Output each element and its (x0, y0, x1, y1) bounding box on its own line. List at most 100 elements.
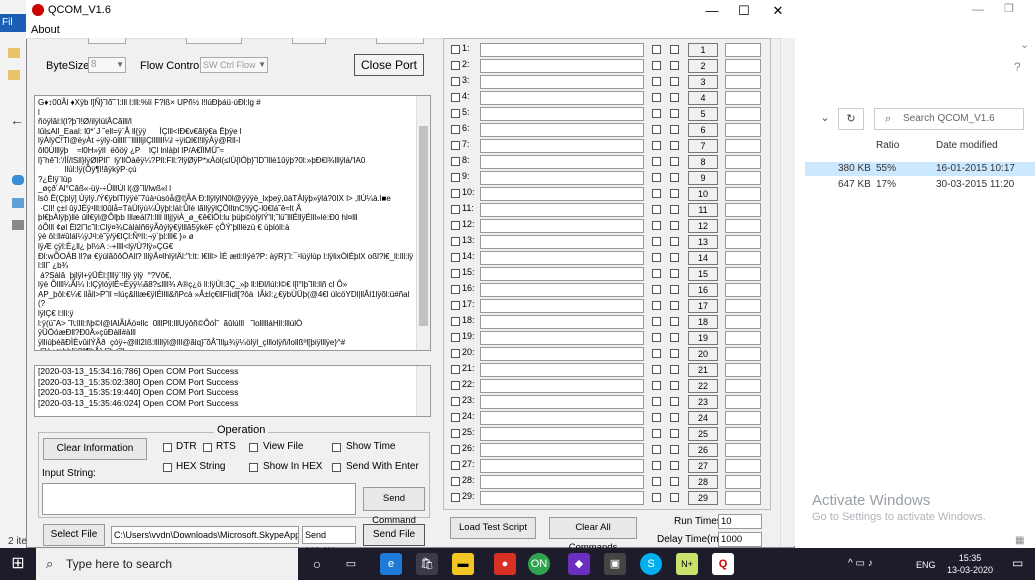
command-hex-checkbox[interactable] (652, 157, 661, 166)
command-text-input[interactable] (480, 59, 644, 73)
command-text-input[interactable] (480, 155, 644, 169)
command-enter-checkbox[interactable] (670, 317, 679, 326)
command-enter-checkbox[interactable] (670, 285, 679, 294)
command-send-button[interactable]: 16 (688, 283, 718, 297)
command-delay-input[interactable] (725, 427, 761, 441)
command-send-button[interactable]: 3 (688, 75, 718, 89)
command-checkbox[interactable] (451, 173, 460, 182)
command-enter-checkbox[interactable] (670, 365, 679, 374)
command-text-input[interactable] (480, 363, 644, 377)
command-enter-checkbox[interactable] (670, 349, 679, 358)
command-text-input[interactable] (480, 395, 644, 409)
command-enter-checkbox[interactable] (670, 61, 679, 70)
command-enter-checkbox[interactable] (670, 381, 679, 390)
command-delay-input[interactable] (725, 443, 761, 457)
command-delay-input[interactable] (725, 459, 761, 473)
command-checkbox[interactable] (451, 397, 460, 406)
command-hex-checkbox[interactable] (652, 413, 661, 422)
command-enter-checkbox[interactable] (670, 397, 679, 406)
delay-time-input[interactable]: 1000 (718, 532, 762, 547)
command-send-button[interactable]: 12 (688, 219, 718, 233)
command-delay-input[interactable] (725, 379, 761, 393)
dtr-checkbox[interactable] (163, 443, 172, 452)
command-delay-input[interactable] (725, 123, 761, 137)
chevron-down-icon[interactable]: ⌄ (1020, 38, 1029, 51)
command-delay-input[interactable] (725, 395, 761, 409)
command-hex-checkbox[interactable] (652, 285, 661, 294)
command-text-input[interactable] (480, 251, 644, 265)
command-checkbox[interactable] (451, 429, 460, 438)
command-hex-checkbox[interactable] (652, 493, 661, 502)
command-checkbox[interactable] (451, 77, 460, 86)
parity-select-clipped[interactable] (376, 38, 424, 44)
notepad-plus-icon[interactable]: N+ (676, 553, 698, 575)
command-text-input[interactable] (480, 203, 644, 217)
command-enter-checkbox[interactable] (670, 45, 679, 54)
command-send-button[interactable]: 24 (688, 411, 718, 425)
command-enter-checkbox[interactable] (670, 109, 679, 118)
store-icon[interactable]: 🛍 (416, 553, 438, 575)
command-enter-checkbox[interactable] (670, 333, 679, 342)
command-checkbox[interactable] (451, 381, 460, 390)
command-text-input[interactable] (480, 443, 644, 457)
command-enter-checkbox[interactable] (670, 493, 679, 502)
command-delay-input[interactable] (725, 331, 761, 345)
command-send-button[interactable]: 20 (688, 347, 718, 361)
baudrate-select-clipped[interactable] (186, 38, 242, 44)
send-file-button[interactable]: Send File (363, 524, 425, 546)
menu-about[interactable]: About (31, 24, 60, 36)
command-text-input[interactable] (480, 411, 644, 425)
command-delay-input[interactable] (725, 363, 761, 377)
command-send-button[interactable]: 9 (688, 171, 718, 185)
command-checkbox[interactable] (451, 269, 460, 278)
command-send-button[interactable]: 4 (688, 91, 718, 105)
taskbar-search-box[interactable]: ⌕ Type here to search (36, 548, 298, 580)
command-checkbox[interactable] (451, 349, 460, 358)
close-port-button[interactable]: Close Port (354, 54, 424, 76)
log-scrollbar[interactable] (416, 366, 430, 416)
help-icon[interactable]: ? (1014, 60, 1021, 74)
command-send-button[interactable]: 10 (688, 187, 718, 201)
select-file-button[interactable]: Select File (43, 524, 105, 546)
command-checkbox[interactable] (451, 301, 460, 310)
command-enter-checkbox[interactable] (670, 477, 679, 486)
command-enter-checkbox[interactable] (670, 301, 679, 310)
command-enter-checkbox[interactable] (670, 221, 679, 230)
command-hex-checkbox[interactable] (652, 477, 661, 486)
show-in-hex-checkbox[interactable] (249, 463, 258, 472)
scrollbar-thumb[interactable] (419, 126, 428, 326)
minimize-button[interactable]: — (697, 2, 727, 20)
command-checkbox[interactable] (451, 253, 460, 262)
command-text-input[interactable] (480, 139, 644, 153)
maximize-button[interactable]: ☐ (729, 2, 759, 20)
receive-textarea[interactable]: G♦↕00Ãl ♦Xÿb l]Ñ}˜Iõ˜¨l:lll l:lll:%lí F?… (34, 95, 431, 351)
command-enter-checkbox[interactable] (670, 93, 679, 102)
command-text-input[interactable] (480, 75, 644, 89)
column-header-ratio[interactable]: Ratio (876, 140, 899, 151)
log-textarea[interactable]: [2020-03-13_15:34:16:786] Open COM Port … (34, 365, 431, 417)
command-hex-checkbox[interactable] (652, 429, 661, 438)
title-bar[interactable] (26, 0, 795, 22)
command-checkbox[interactable] (451, 461, 460, 470)
command-send-button[interactable]: 23 (688, 395, 718, 409)
run-times-input[interactable]: 10 (718, 514, 762, 529)
command-delay-input[interactable] (725, 491, 761, 505)
close-button[interactable]: ✕ (763, 2, 793, 20)
system-tray-icons[interactable]: ^ ▭ ♪ (848, 558, 873, 569)
app-icon[interactable]: ◆ (568, 553, 590, 575)
command-delay-input[interactable] (725, 299, 761, 313)
command-checkbox[interactable] (451, 477, 460, 486)
command-hex-checkbox[interactable] (652, 301, 661, 310)
port-select-clipped[interactable] (88, 38, 126, 44)
send-with-enter-checkbox[interactable] (332, 463, 341, 472)
column-header-date[interactable]: Date modified (936, 140, 998, 151)
command-hex-checkbox[interactable] (652, 141, 661, 150)
file-explorer-icon[interactable]: ▬ (452, 553, 474, 575)
command-send-button[interactable]: 29 (688, 491, 718, 505)
load-test-script-button[interactable]: Load Test Script (450, 517, 536, 539)
command-delay-input[interactable] (725, 251, 761, 265)
skype-icon[interactable]: S (640, 553, 662, 575)
command-delay-input[interactable] (725, 347, 761, 361)
command-delay-input[interactable] (725, 235, 761, 249)
command-checkbox[interactable] (451, 445, 460, 454)
